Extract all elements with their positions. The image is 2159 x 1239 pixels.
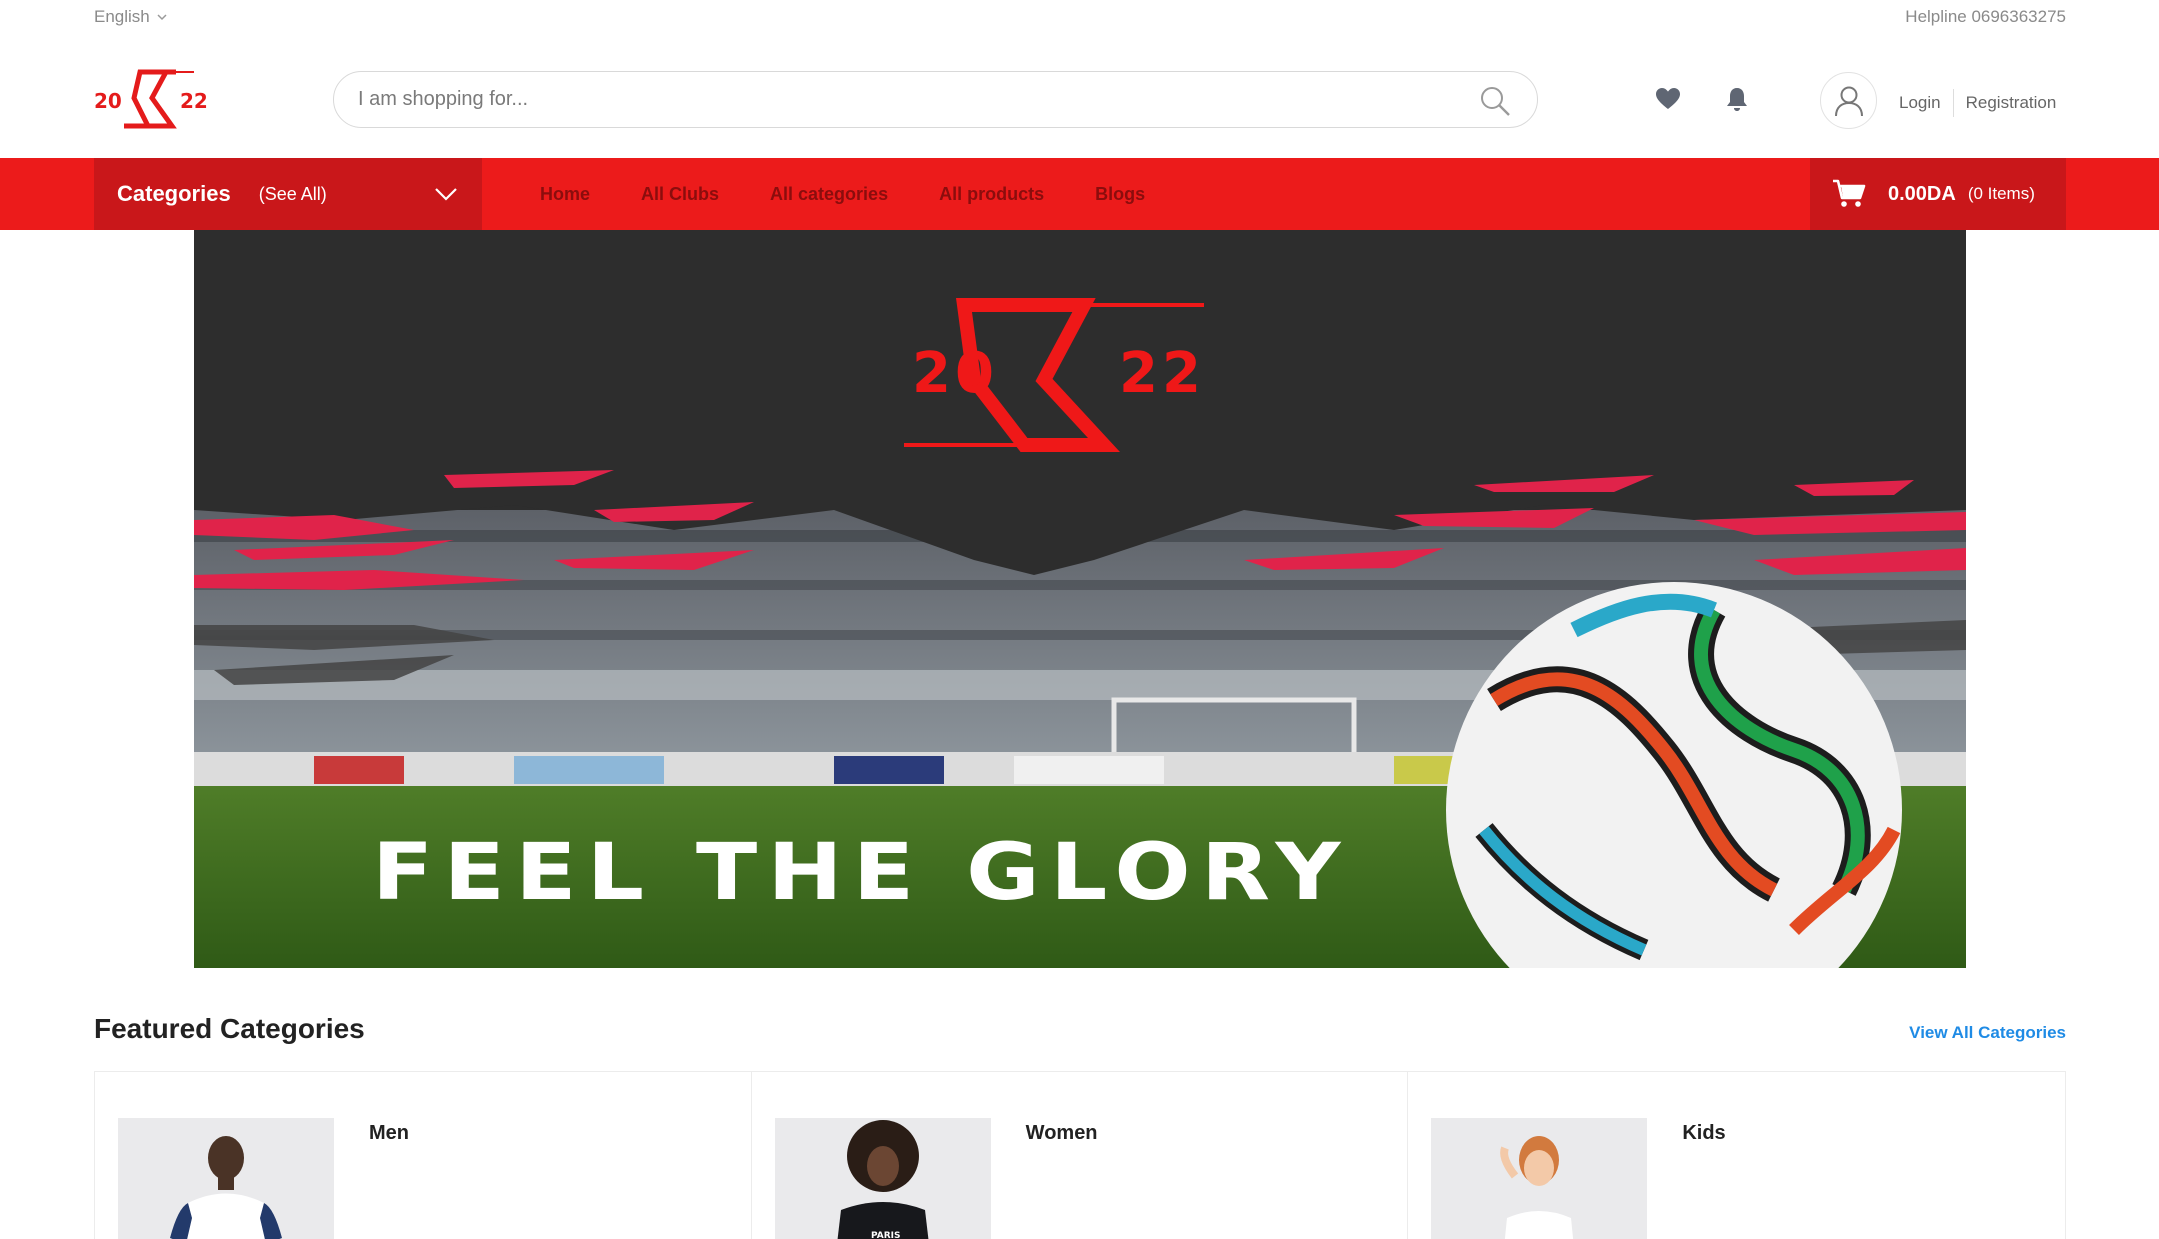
categories-label: Categories bbox=[117, 181, 231, 206]
logo-text-right: 22 bbox=[180, 89, 208, 113]
site-header: 20 22 Login Registration bbox=[0, 34, 2159, 158]
hero-headline: FEEL THE GLORY bbox=[372, 828, 1351, 918]
view-all-categories-link[interactable]: View All Categories bbox=[1909, 1023, 2066, 1043]
featured-categories-title: Featured Categories bbox=[94, 1013, 365, 1044]
chevron-down-icon bbox=[157, 14, 167, 21]
hero-banner[interactable]: 20 22 FEEL THE GLORY bbox=[194, 230, 1966, 968]
svg-text:PARIS: PARIS bbox=[871, 1231, 901, 1239]
category-name-men: Men bbox=[369, 1122, 409, 1144]
user-icon bbox=[1834, 86, 1863, 116]
search-bar bbox=[333, 71, 1538, 128]
top-bar: English Helpline 0696363275 bbox=[0, 0, 2159, 34]
user-avatar[interactable] bbox=[1820, 72, 1877, 129]
category-card-men[interactable]: Men bbox=[95, 1072, 752, 1239]
nav-menu: Home All Clubs All categories All produc… bbox=[540, 158, 1196, 230]
divider bbox=[1952, 89, 1954, 117]
nav-item-all-products[interactable]: All products bbox=[939, 184, 1044, 205]
category-card-women[interactable]: PARIS 2024 Women bbox=[752, 1072, 1409, 1239]
svg-text:20: 20 bbox=[912, 341, 998, 406]
category-name-kids: Kids bbox=[1682, 1122, 1726, 1144]
category-name-women: Women bbox=[1025, 1122, 1098, 1144]
cart-item-count: (0 Items) bbox=[1967, 184, 2035, 203]
helpline-text: Helpline 0696363275 bbox=[1905, 7, 2066, 26]
chevron-down-icon bbox=[435, 188, 457, 201]
cart-total: 0.00DA bbox=[1888, 182, 1956, 205]
language-label: English bbox=[94, 7, 150, 26]
registration-link[interactable]: Registration bbox=[1966, 93, 2057, 113]
logo-text-left: 20 bbox=[94, 89, 122, 113]
category-image-women: PARIS 2024 bbox=[774, 1118, 991, 1239]
cart-button[interactable]: 0.00DA (0 Items) bbox=[1810, 158, 2066, 230]
auth-links: Login Registration bbox=[1899, 89, 2056, 117]
categories-dropdown[interactable]: Categories (See All) bbox=[94, 158, 482, 230]
heart-icon[interactable] bbox=[1655, 87, 1681, 111]
featured-categories-grid: Men PARIS 2024 Women Kids bbox=[94, 1071, 2066, 1239]
language-selector[interactable]: English bbox=[94, 7, 168, 27]
main-nav: Categories (See All) Home All Clubs All … bbox=[0, 158, 2159, 230]
cart-icon bbox=[1833, 179, 1866, 207]
nav-item-all-categories[interactable]: All categories bbox=[770, 184, 888, 205]
nav-item-all-clubs[interactable]: All Clubs bbox=[641, 184, 719, 205]
category-image-men bbox=[118, 1118, 334, 1239]
search-input[interactable] bbox=[358, 88, 1537, 111]
see-all-label: (See All) bbox=[258, 183, 327, 204]
login-link[interactable]: Login bbox=[1899, 93, 1941, 113]
nav-item-blogs[interactable]: Blogs bbox=[1095, 184, 1145, 205]
search-icon[interactable] bbox=[1479, 85, 1511, 117]
svg-text:22: 22 bbox=[1119, 341, 1205, 406]
category-image-kids bbox=[1431, 1118, 1648, 1239]
category-card-kids[interactable]: Kids bbox=[1408, 1072, 2065, 1239]
nav-item-home[interactable]: Home bbox=[540, 184, 590, 205]
site-logo[interactable]: 20 22 bbox=[94, 68, 222, 130]
bell-icon[interactable] bbox=[1725, 86, 1749, 112]
